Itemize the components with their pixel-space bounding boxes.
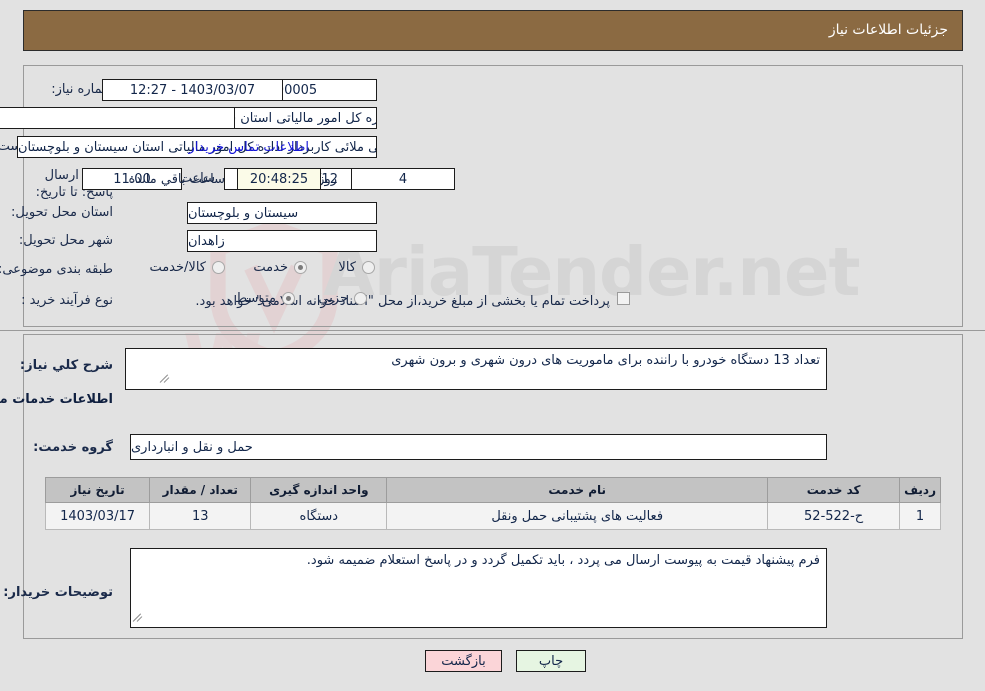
delivery-city-label: شهر محل تحویل:	[18, 233, 113, 248]
service-group-value[interactable]: حمل و نقل و انبارداری	[130, 434, 827, 460]
delivery-province-label: استان محل تحویل:	[11, 205, 113, 220]
remaining-hours-label: ساعت باقي مانده	[128, 172, 225, 187]
radio-purchase-minor-label: جزیي	[318, 291, 348, 306]
radio-category-service-label: خدمت	[253, 260, 288, 275]
treasury-checkbox[interactable]	[617, 292, 630, 305]
radio-purchase-medium[interactable]: متوسط	[229, 291, 295, 306]
radio-indicator[interactable]	[354, 292, 367, 305]
back-button[interactable]: بازگشت	[425, 650, 502, 672]
cell-service-name: فعالیت های پشتیبانی حمل ونقل	[386, 502, 769, 530]
general-description-label: شرح کلي نياز:	[19, 358, 113, 373]
print-button[interactable]: چاپ	[516, 650, 586, 672]
announce-date-value[interactable]: 1403/03/07 - 12:27	[102, 79, 283, 101]
buyer-notes-value[interactable]: فرم پیشنهاد قیمت به پیوست ارسال می پردد …	[130, 548, 827, 628]
radio-category-goods-service-label: کالا/خدمت	[149, 260, 206, 275]
radio-indicator[interactable]	[294, 261, 307, 274]
radio-indicator[interactable]	[282, 292, 295, 305]
remaining-days-value[interactable]: 4	[351, 168, 455, 190]
radio-indicator[interactable]	[362, 261, 375, 274]
col-row-number: ردیف	[899, 477, 941, 503]
radio-indicator[interactable]	[212, 261, 225, 274]
col-service-code: کد خدمت	[767, 477, 901, 503]
delivery-city-value[interactable]: زاهدان	[187, 230, 377, 252]
category-label: طبقه بندی موضوعی:	[0, 262, 113, 277]
radio-purchase-medium-label: متوسط	[235, 291, 276, 306]
description-resize-grip[interactable]	[159, 373, 170, 383]
page-title: جزئیات اطلاعات نیاز	[828, 22, 948, 38]
need-info-panel	[23, 65, 963, 327]
delivery-province-value[interactable]: سیستان و بلوچستان	[187, 202, 377, 224]
services-table: ردیف کد خدمت نام خدمت واحد اندازه گیری ت…	[44, 477, 941, 530]
col-service-name: نام خدمت	[386, 477, 769, 503]
radio-purchase-minor[interactable]: جزیي	[312, 291, 367, 306]
cell-need-date: 1403/03/17	[44, 502, 151, 530]
cell-row-number: 1	[899, 502, 941, 530]
cell-quantity: 13	[149, 502, 252, 530]
col-quantity: تعداد / مقدار	[149, 477, 252, 503]
cell-service-code: ح-522-52	[767, 502, 901, 530]
buyer-notes-resize-grip[interactable]	[132, 612, 143, 622]
col-unit: واحد اندازه گیری	[250, 477, 388, 503]
page-header: جزئیات اطلاعات نیاز	[23, 10, 963, 51]
radio-category-goods-service[interactable]: کالا/خدمت	[143, 260, 225, 275]
radio-category-goods-label: کالا	[338, 260, 356, 275]
buyer-org-value-overflow[interactable]: سیستان و بلوچستان	[0, 107, 235, 129]
col-need-date: تاریخ نیاز	[44, 477, 151, 503]
general-description-value[interactable]: تعداد 13 دستگاه خودرو با راننده برای مام…	[125, 348, 827, 390]
service-group-label: گروه خدمت:	[33, 440, 113, 455]
table-header-row: ردیف کد خدمت نام خدمت واحد اندازه گیری ت…	[44, 477, 941, 503]
purchase-type-label: نوع فرآیند خرید :	[21, 293, 113, 308]
countdown-timer-value: 20:48:25	[237, 168, 321, 190]
services-section-heading: اطلاعات خدمات مورد نیاز	[0, 392, 113, 407]
buyer-notes-label: توضیحات خریدار:	[3, 585, 113, 600]
radio-category-service[interactable]: خدمت	[247, 260, 307, 275]
cell-unit: دستگاه	[250, 502, 388, 530]
table-row[interactable]: 1 ح-522-52 فعالیت های پشتیبانی حمل ونقل …	[44, 502, 941, 530]
buyer-contact-link[interactable]: اطلاعات تماس خریدار	[189, 140, 309, 155]
radio-category-goods[interactable]: کالا	[332, 260, 375, 275]
section-divider	[0, 330, 985, 331]
